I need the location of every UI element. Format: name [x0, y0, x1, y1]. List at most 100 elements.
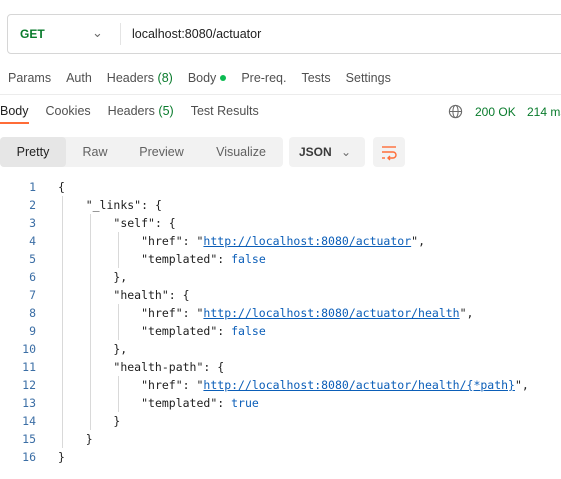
line-number: 10	[22, 342, 36, 356]
line-number: 7	[29, 288, 36, 302]
globe-icon[interactable]	[448, 104, 463, 119]
response-divider	[0, 94, 561, 95]
tab-label: Pre-req.	[241, 71, 287, 85]
line-number: 16	[22, 450, 36, 464]
tab-label: Body	[187, 71, 217, 85]
json-token: "_links"	[85, 198, 142, 212]
code-content: },	[58, 268, 127, 286]
tab-auth[interactable]: Auth	[66, 71, 92, 85]
line-number: 9	[29, 324, 36, 338]
tab-response-headers[interactable]: Headers (5)	[108, 104, 174, 124]
indent-guide	[118, 376, 119, 412]
json-token: false	[231, 252, 266, 266]
json-token: },	[58, 270, 128, 284]
code-content: "href": "http://localhost:8080/actuator/…	[58, 304, 473, 322]
body-indicator-dot	[220, 75, 227, 81]
code-content: "health": {	[58, 286, 190, 304]
json-token: "self"	[113, 216, 155, 230]
json-token: : {	[168, 288, 190, 302]
json-token: false	[231, 324, 266, 338]
view-visualize[interactable]: Visualize	[199, 137, 283, 167]
tab-pre-request[interactable]: Pre-req.	[241, 71, 286, 85]
url-divider	[120, 23, 121, 45]
line-number: 11	[22, 360, 36, 374]
line-number: 13	[22, 396, 36, 410]
json-token: :	[217, 396, 232, 410]
tab-params[interactable]: Params	[8, 71, 51, 85]
format-select[interactable]: JSON ⌄	[289, 137, 365, 167]
status-code[interactable]: 200 OK	[475, 105, 516, 119]
line-number: 8	[29, 306, 36, 320]
code-content: },	[58, 340, 127, 358]
tab-label: Body	[0, 104, 29, 118]
line-number: 15	[22, 432, 36, 446]
view-preview[interactable]: Preview	[124, 137, 199, 167]
wrap-lines-button[interactable]	[373, 137, 405, 167]
json-token: "templated"	[141, 252, 218, 266]
line-number: 5	[29, 252, 36, 266]
request-url-bar: GET ⌄ localhost:8080/actuator	[7, 14, 561, 54]
json-token: {	[58, 180, 65, 194]
response-tabs: Body Cookies Headers (5) Test Results	[0, 104, 276, 124]
line-number: 1	[29, 180, 36, 194]
indent-guide	[118, 232, 119, 268]
code-content: "self": {	[58, 214, 176, 232]
line-number: 14	[22, 414, 36, 428]
request-tabs: Params Auth Headers (8) Body Pre-req. Te…	[8, 71, 406, 85]
tab-label: Tests	[301, 71, 331, 85]
view-raw[interactable]: Raw	[66, 137, 124, 167]
code-content: "href": "http://localhost:8080/actuator"…	[58, 232, 425, 250]
indent-guide	[62, 196, 63, 448]
json-token: :	[217, 324, 232, 338]
indent-guide	[118, 304, 119, 340]
tab-tests[interactable]: Tests	[301, 71, 330, 85]
method-select[interactable]: GET	[20, 27, 45, 41]
json-token: "health-path"	[113, 360, 204, 374]
format-label: JSON	[299, 145, 332, 159]
tab-label: Settings	[345, 71, 391, 85]
chevron-down-icon: ⌄	[341, 145, 352, 159]
json-token: "templated"	[141, 396, 218, 410]
json-token: ",	[459, 306, 474, 320]
code-content: "health-path": {	[58, 358, 224, 376]
view-pretty[interactable]: Pretty	[0, 137, 66, 167]
json-url-link[interactable]: http://localhost:8080/actuator/health	[203, 306, 459, 320]
json-token: : "	[182, 378, 204, 392]
tab-headers[interactable]: Headers (8)	[107, 71, 173, 85]
json-token: ",	[411, 234, 425, 248]
chevron-down-icon[interactable]: ⌄	[92, 25, 103, 41]
json-token: "href"	[141, 378, 183, 392]
line-number: 2	[29, 198, 36, 212]
tab-count: (5)	[158, 104, 174, 118]
json-token: : {	[154, 216, 176, 230]
json-token: true	[231, 396, 259, 410]
tab-cookies[interactable]: Cookies	[46, 104, 91, 124]
tab-test-results[interactable]: Test Results	[191, 104, 259, 124]
json-token: }	[58, 450, 65, 464]
wrap-lines-icon	[382, 146, 397, 161]
json-url-link[interactable]: http://localhost:8080/actuator/health/{*…	[203, 378, 515, 392]
tab-response-body[interactable]: Body	[0, 104, 29, 124]
json-token: :	[217, 252, 232, 266]
json-url-link[interactable]: http://localhost:8080/actuator	[203, 234, 411, 248]
indent-guide	[90, 214, 91, 430]
line-number: 6	[29, 270, 36, 284]
line-number: 3	[29, 216, 36, 230]
json-token: }	[58, 432, 93, 446]
response-time[interactable]: 214 ms	[527, 105, 561, 119]
tab-label: Auth	[66, 71, 92, 85]
tab-label: Test Results	[190, 104, 259, 118]
tab-body[interactable]: Body	[188, 71, 227, 85]
tab-label: Headers	[107, 104, 155, 118]
url-input[interactable]: localhost:8080/actuator	[132, 27, 261, 41]
code-content: "templated": true	[58, 394, 259, 412]
tab-settings[interactable]: Settings	[346, 71, 391, 85]
